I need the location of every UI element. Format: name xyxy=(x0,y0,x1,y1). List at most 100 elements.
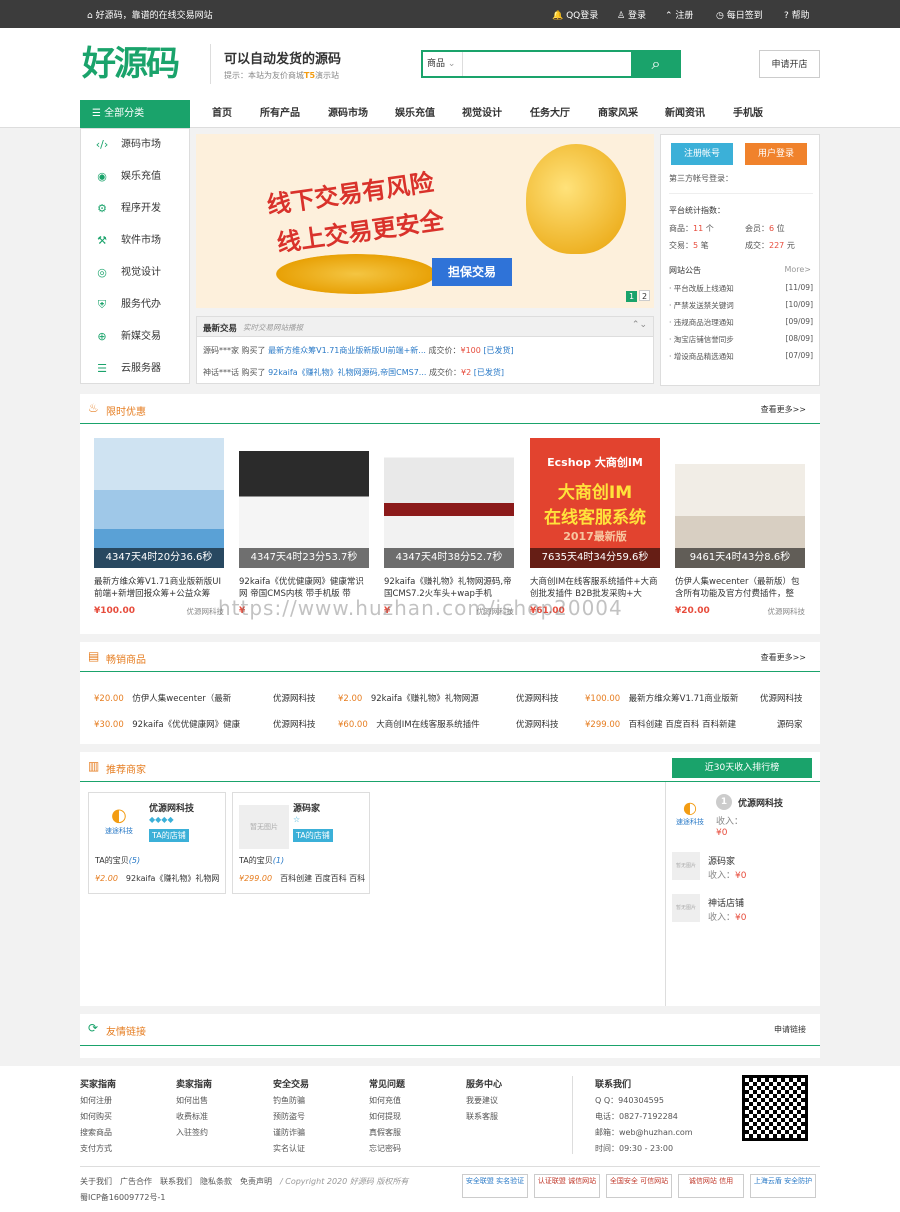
qq-login-link[interactable]: 🔔 QQ登录 xyxy=(552,8,598,21)
footer-link[interactable]: 如何注册 xyxy=(80,1093,116,1109)
trust-badge[interactable]: 上海云盾 安全防护 xyxy=(750,1174,816,1198)
product-name[interactable]: 仿伊人集wecenter（最新版）包含所有功能及官方付费插件，整 xyxy=(675,576,805,600)
footer-link[interactable]: 如何出售 xyxy=(176,1093,212,1109)
banner-page-2[interactable]: 2 xyxy=(639,290,650,301)
income-ranking-button[interactable]: 近30天收入排行榜 xyxy=(672,758,812,778)
trust-badge[interactable]: 诚信网站 信用 xyxy=(678,1174,744,1198)
ranking-name[interactable]: 优源网科技 xyxy=(738,796,783,809)
announcement-item[interactable]: · 平台改版上线通知 [11/09] xyxy=(669,283,813,294)
footer-link[interactable]: 免责声明 xyxy=(240,1177,272,1186)
category-item[interactable]: ◎ 视觉设计 xyxy=(81,257,191,289)
trust-badge[interactable]: 安全联盟 实名验证 xyxy=(462,1174,528,1198)
hot-item-shop[interactable]: 优源网科技 xyxy=(516,718,559,730)
footer-link[interactable]: 如何充值 xyxy=(369,1093,405,1109)
footer-link[interactable]: 钓鱼防骗 xyxy=(273,1093,309,1109)
category-item[interactable]: ⚙ 程序开发 xyxy=(81,193,191,225)
footer-link[interactable]: 真假客服 xyxy=(369,1125,405,1141)
footer-link[interactable]: 联系我们 xyxy=(160,1177,192,1186)
footer-link[interactable]: 忘记密码 xyxy=(369,1141,405,1157)
footer-link[interactable]: 关于我们 xyxy=(80,1177,112,1186)
apply-shop-button[interactable]: 申请开店 xyxy=(759,50,820,78)
nav-news[interactable]: 新闻资讯 xyxy=(665,100,705,128)
footer-link[interactable]: 谨防诈骗 xyxy=(273,1125,309,1141)
footer-link[interactable]: 收费标准 xyxy=(176,1109,212,1125)
nav-task-hall[interactable]: 任务大厅 xyxy=(530,100,570,128)
hot-item-shop[interactable]: 优源网科技 xyxy=(760,692,803,704)
deal-item-link[interactable]: 最新方维众筹V1.71商业版新版UI前端+新... xyxy=(268,346,426,355)
nav-merchants[interactable]: 商家风采 xyxy=(598,100,638,128)
banner-page-1[interactable]: 1 xyxy=(626,291,637,302)
shop-link[interactable]: TA的店铺 xyxy=(149,829,189,842)
hot-item-shop[interactable]: 源码家 xyxy=(777,718,803,730)
merchant-item[interactable]: ¥299.00 百科创建 百度百科 百科 xyxy=(239,873,365,884)
hot-item[interactable]: ¥2.00 92kaifa《赚礼物》礼物网源 xyxy=(338,692,479,704)
announcement-item[interactable]: · 淘宝店铺信誉同步 [08/09] xyxy=(669,334,813,345)
hot-item[interactable]: ¥20.00 仿伊人集wecenter（最新 xyxy=(94,692,231,704)
flash-sale-more-link[interactable]: 查看更多>> xyxy=(761,404,806,415)
ranking-name[interactable]: 神话店铺 xyxy=(708,896,744,909)
hero-banner[interactable]: 线下交易有风险 线上交易更安全 担保交易 xyxy=(196,134,654,308)
escrow-button[interactable]: 担保交易 xyxy=(432,258,512,286)
category-item[interactable]: ⚒ 软件市场 xyxy=(81,225,191,257)
announcement-item[interactable]: · 严禁发送禁关键词 [10/09] xyxy=(669,300,813,311)
category-item[interactable]: ⊕ 新媒交易 xyxy=(81,321,191,353)
announcement-item[interactable]: · 违规商品治理通知 [09/09] xyxy=(669,317,813,328)
search-scope-select[interactable]: 商品 ⌄ xyxy=(423,52,463,76)
hot-item-shop[interactable]: 优源网科技 xyxy=(273,692,316,704)
search-input[interactable] xyxy=(465,52,631,76)
hot-item[interactable]: ¥30.00 92kaifa《优优健康网》健康 xyxy=(94,718,240,730)
ranking-name[interactable]: 源码家 xyxy=(708,854,735,867)
apply-link-button[interactable]: 申请链接 xyxy=(774,1024,806,1035)
ranking-item[interactable]: 暂无图片 源码家 收入：¥0 xyxy=(672,852,812,884)
login-link[interactable]: ♙ 登录 xyxy=(617,8,646,21)
nav-all-products[interactable]: 所有产品 xyxy=(260,100,300,128)
ranking-item[interactable]: 暂无图片 神话店铺 收入：¥0 xyxy=(672,894,812,926)
nav-source-market[interactable]: 源码市场 xyxy=(328,100,368,128)
merchant-name[interactable]: 优源网科技 xyxy=(149,801,194,814)
footer-link[interactable]: 联系客服 xyxy=(466,1109,502,1125)
deal-item-link[interactable]: 92kaifa《赚礼物》礼物网源码,帝国CMS7... xyxy=(268,368,426,377)
announcement-more-link[interactable]: More> xyxy=(784,265,811,274)
footer-link[interactable]: 预防盗号 xyxy=(273,1109,309,1125)
icp-number[interactable]: 蜀ICP备16009772号-1 xyxy=(80,1192,165,1203)
hot-item[interactable]: ¥60.00 大商创IM在线客服系统插件 xyxy=(338,718,480,730)
announcement-item[interactable]: · 增设商品精选通知 [07/09] xyxy=(669,351,813,362)
merchant-card[interactable]: ◐ 速途科技 优源网科技 ◆◆◆◆ TA的店铺 TA的宝贝(5) ¥2.00 92… xyxy=(88,792,226,894)
site-logo[interactable]: 好源码 xyxy=(82,42,197,86)
nav-home[interactable]: 首页 xyxy=(212,100,232,128)
footer-link[interactable]: 支付方式 xyxy=(80,1141,116,1157)
hot-item[interactable]: ¥100.00 最新方维众筹V1.71商业版新 xyxy=(585,692,738,704)
footer-link[interactable]: 实名认证 xyxy=(273,1141,309,1157)
hot-products-more-link[interactable]: 查看更多>> xyxy=(761,652,806,663)
nav-mobile[interactable]: 手机版 xyxy=(733,100,763,128)
footer-link[interactable]: 我要建议 xyxy=(466,1093,502,1109)
product-name[interactable]: 最新方维众筹V1.71商业版新版UI前端+新增回报众筹+公益众筹 xyxy=(94,576,224,600)
footer-link[interactable]: 隐私条款 xyxy=(200,1177,232,1186)
register-link[interactable]: ⌃ 注册 xyxy=(665,8,693,21)
category-item[interactable]: ⛨ 服务代办 xyxy=(81,289,191,321)
merchant-name[interactable]: 源码家 xyxy=(293,801,320,814)
nav-entertainment[interactable]: 娱乐充值 xyxy=(395,100,435,128)
category-item[interactable]: ‹/› 源码市场 xyxy=(81,129,191,161)
ranking-item[interactable]: ◐ 速途科技 1 优源网科技 收入： ¥0 xyxy=(672,792,812,842)
user-login-button[interactable]: 用户登录 xyxy=(745,143,807,165)
trust-badge[interactable]: 全国安全 可信网站 xyxy=(606,1174,672,1198)
merchant-card[interactable]: 暂无图片 源码家 ☆ TA的店铺 TA的宝贝(1) ¥299.00 百科创建 百… xyxy=(232,792,370,894)
category-item[interactable]: ◉ 娱乐充值 xyxy=(81,161,191,193)
register-button[interactable]: 注册帐号 xyxy=(671,143,733,165)
help-link[interactable]: ? 帮助 xyxy=(784,8,810,21)
scroll-arrows-icon[interactable]: ⌃⌄ xyxy=(632,320,647,330)
trust-badge[interactable]: 认证联盟 诚信网站 xyxy=(534,1174,600,1198)
search-button[interactable]: ⌕ xyxy=(631,50,681,78)
footer-link[interactable]: 如何提现 xyxy=(369,1109,405,1125)
merchant-item[interactable]: ¥2.00 92kaifa《赚礼物》礼物网 xyxy=(95,873,219,884)
category-item[interactable]: ☰ 云服务器 xyxy=(81,353,191,385)
hot-item-shop[interactable]: 优源网科技 xyxy=(273,718,316,730)
footer-link[interactable]: 如何购买 xyxy=(80,1109,116,1125)
footer-link[interactable]: 广告合作 xyxy=(120,1177,152,1186)
footer-link[interactable]: 入驻签约 xyxy=(176,1125,212,1141)
shop-link[interactable]: TA的店铺 xyxy=(293,829,333,842)
nav-visual-design[interactable]: 视觉设计 xyxy=(462,100,502,128)
hot-item[interactable]: ¥299.00 百科创建 百度百科 百科新建 xyxy=(585,718,736,730)
footer-link[interactable]: 搜索商品 xyxy=(80,1125,116,1141)
